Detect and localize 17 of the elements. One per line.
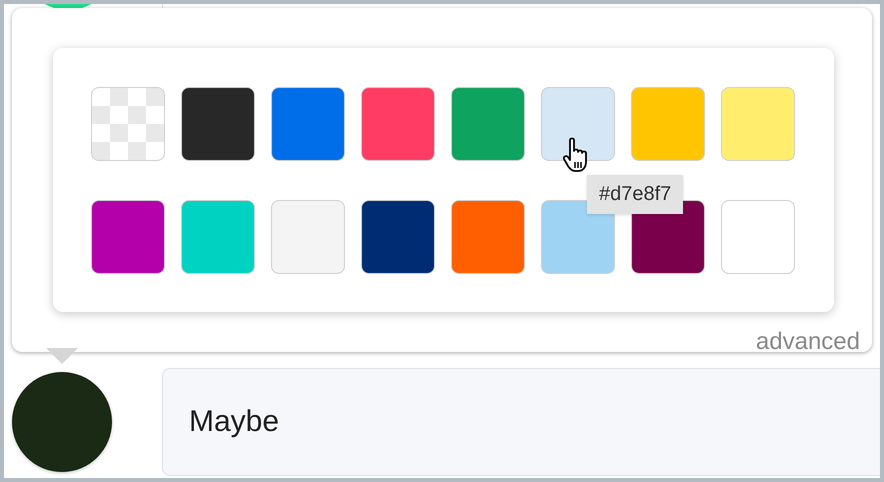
color-swatch[interactable] — [721, 200, 795, 274]
color-swatch[interactable] — [361, 200, 435, 274]
color-swatch[interactable] — [631, 87, 705, 161]
color-swatch[interactable] — [541, 200, 615, 274]
transparent-swatch[interactable] — [91, 87, 165, 161]
color-swatch[interactable] — [451, 87, 525, 161]
color-swatch[interactable] — [271, 87, 345, 161]
answer-field[interactable]: Maybe — [162, 368, 880, 476]
color-swatch[interactable] — [91, 200, 165, 274]
color-swatch[interactable] — [361, 87, 435, 161]
color-tooltip: #d7e8f7 — [587, 175, 684, 214]
color-swatch[interactable] — [451, 200, 525, 274]
color-swatch[interactable] — [271, 200, 345, 274]
color-swatch[interactable] — [181, 87, 255, 161]
color-swatch[interactable] — [541, 87, 615, 161]
color-swatch[interactable] — [721, 87, 795, 161]
color-swatch[interactable] — [181, 200, 255, 274]
